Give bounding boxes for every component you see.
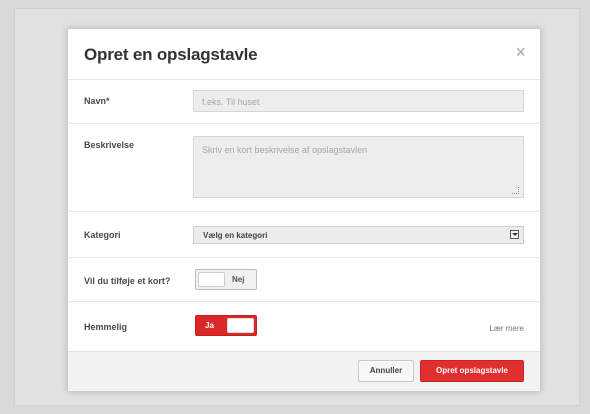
dialog-footer: Annuller Opret opslagstavle (68, 351, 540, 391)
category-selected-value: Vælg en kategori (203, 231, 268, 240)
chevron-down-icon (510, 230, 519, 239)
cancel-button[interactable]: Annuller (358, 360, 414, 382)
learn-more-link[interactable]: Lær mere (489, 324, 524, 333)
description-label: Beskrivelse (84, 140, 135, 150)
secret-toggle[interactable]: Ja (195, 315, 257, 336)
name-row: Navn* f.eks. Til huset (68, 79, 540, 123)
toggle-knob (227, 318, 254, 333)
name-label: Navn* (84, 96, 110, 106)
secret-row: Hemmelig Ja Lær mere (68, 301, 540, 353)
name-input[interactable]: f.eks. Til huset (193, 90, 524, 112)
toggle-knob (198, 272, 225, 287)
add-map-toggle[interactable]: Nej (195, 269, 257, 290)
description-textarea[interactable]: Skriv en kort beskrivelse af opslagstavl… (193, 136, 524, 198)
name-placeholder: f.eks. Til huset (202, 97, 260, 107)
dialog-title: Opret en opslagstavle (84, 45, 258, 64)
dialog-header: Opret en opslagstavle × (68, 29, 540, 79)
description-placeholder: Skriv en kort beskrivelse af opslagstavl… (202, 145, 368, 155)
category-label: Kategori (84, 230, 121, 240)
add-map-label: Vil du tilføje et kort? (84, 276, 171, 286)
secret-label: Hemmelig (84, 322, 128, 332)
create-board-button[interactable]: Opret opslagstavle (420, 360, 524, 382)
category-row: Kategori Vælg en kategori (68, 211, 540, 257)
add-map-toggle-state: Nej (232, 275, 245, 284)
add-map-row: Vil du tilføje et kort? Nej (68, 257, 540, 301)
resize-handle-icon[interactable] (512, 187, 519, 194)
create-board-dialog: Opret en opslagstavle × Navn* f.eks. Til… (67, 28, 541, 392)
secret-toggle-state: Ja (205, 321, 214, 330)
close-icon[interactable]: × (515, 43, 526, 61)
description-row: Beskrivelse Skriv en kort beskrivelse af… (68, 123, 540, 211)
category-select[interactable]: Vælg en kategori (193, 226, 524, 244)
